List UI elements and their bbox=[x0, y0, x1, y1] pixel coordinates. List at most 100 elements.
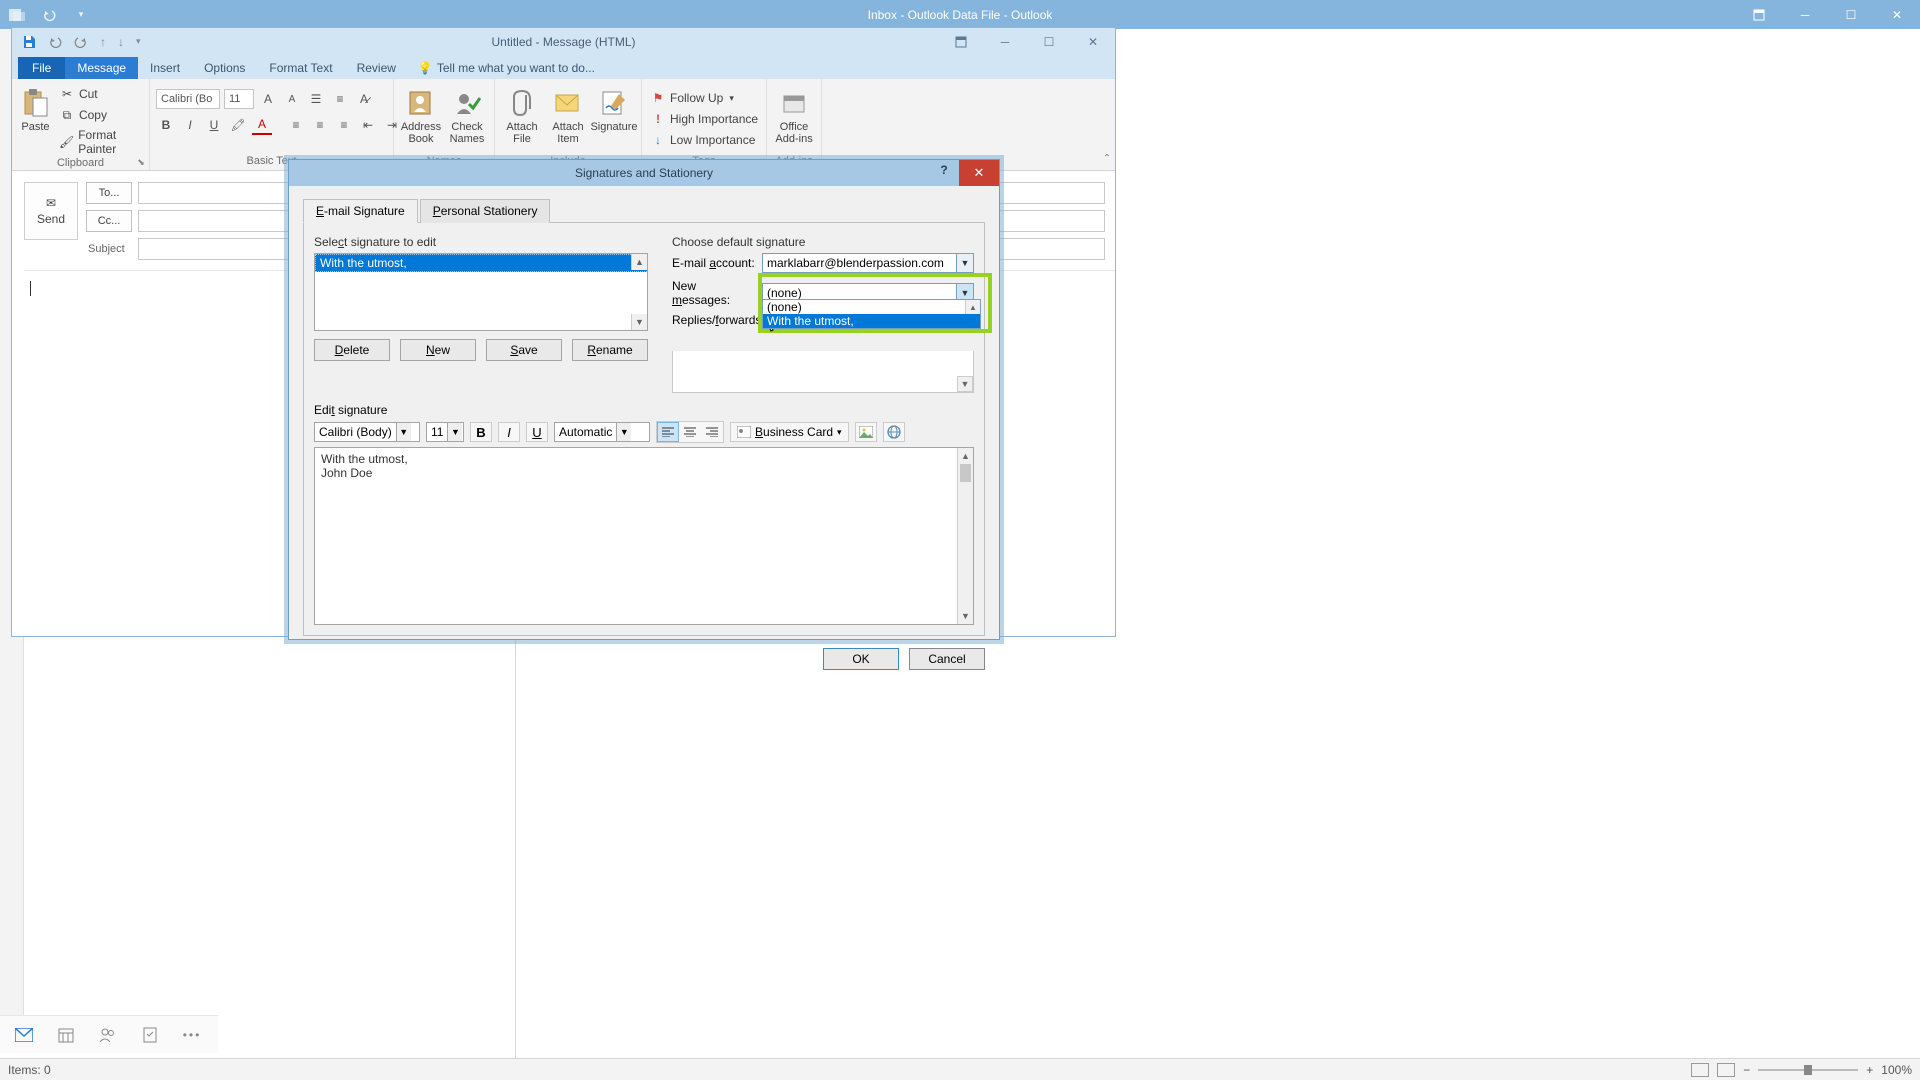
tab-personal-stationery[interactable]: Personal Stationery bbox=[420, 199, 551, 223]
address-book-button[interactable]: Address Book bbox=[400, 83, 442, 145]
low-importance-button[interactable]: ↓Low Importance bbox=[648, 131, 760, 149]
clipboard-launcher-icon[interactable]: ⬊ bbox=[135, 156, 147, 168]
view-normal-icon[interactable] bbox=[1691, 1063, 1709, 1077]
shrink-font-icon[interactable]: A bbox=[282, 89, 302, 109]
tab-options[interactable]: Options bbox=[192, 57, 257, 79]
more-icon[interactable]: ••• bbox=[182, 1025, 202, 1045]
replies-combo-area[interactable]: ▼ bbox=[672, 351, 974, 393]
paste-button[interactable]: Paste bbox=[18, 83, 53, 133]
business-card-button[interactable]: Business Card ▾ bbox=[730, 422, 849, 442]
chevron-down-icon[interactable]: ▼ bbox=[447, 423, 462, 441]
tab-email-signature[interactable]: E-mail Signature bbox=[303, 199, 418, 223]
tab-format-text[interactable]: Format Text bbox=[257, 57, 344, 79]
office-addins-button[interactable]: Office Add-ins bbox=[773, 83, 815, 145]
align-right-button[interactable] bbox=[701, 422, 723, 442]
insert-hyperlink-button[interactable] bbox=[883, 422, 905, 442]
cancel-button[interactable]: Cancel bbox=[909, 648, 985, 670]
insert-picture-button[interactable] bbox=[855, 422, 877, 442]
edit-font-combo[interactable]: Calibri (Body)▼ bbox=[314, 422, 420, 442]
scroll-thumb[interactable] bbox=[960, 464, 971, 482]
edit-scrollbar[interactable]: ▲ ▼ bbox=[957, 448, 973, 624]
chevron-down-icon[interactable]: ▼ bbox=[956, 254, 973, 272]
zoom-out-icon[interactable]: − bbox=[1743, 1063, 1750, 1077]
italic-icon[interactable]: I bbox=[180, 115, 200, 135]
scroll-down-icon[interactable]: ▼ bbox=[631, 314, 647, 330]
close-button[interactable]: ✕ bbox=[959, 160, 999, 186]
font-color-icon[interactable]: A bbox=[252, 115, 272, 135]
view-reading-icon[interactable] bbox=[1717, 1063, 1735, 1077]
email-account-combo[interactable]: marklabarr@blenderpassion.com ▼ bbox=[762, 253, 974, 273]
copy-button[interactable]: ⧉Copy bbox=[57, 106, 143, 124]
calendar-icon[interactable] bbox=[56, 1025, 76, 1045]
dropdown-option-signature[interactable]: With the utmost, bbox=[763, 314, 980, 328]
signature-listbox[interactable]: With the utmost, ▲ ▼ bbox=[314, 253, 648, 331]
prev-item-icon[interactable]: ↑ bbox=[100, 35, 106, 49]
close-button[interactable]: ✕ bbox=[1071, 28, 1115, 55]
close-button[interactable]: ✕ bbox=[1874, 0, 1920, 29]
new-messages-dropdown[interactable]: (none) With the utmost, ▲ bbox=[762, 299, 981, 329]
tell-me-search[interactable]: 💡 Tell me what you want to do... bbox=[408, 57, 605, 79]
signature-button[interactable]: Signature bbox=[593, 83, 635, 133]
zoom-in-icon[interactable]: + bbox=[1866, 1063, 1873, 1077]
cut-button[interactable]: ✂Cut bbox=[57, 85, 143, 103]
chevron-down-icon[interactable]: ▼ bbox=[396, 423, 411, 441]
to-button[interactable]: To... bbox=[86, 182, 132, 204]
format-painter-button[interactable]: 🖌Format Painter bbox=[57, 127, 143, 157]
mail-icon[interactable] bbox=[14, 1025, 34, 1045]
ribbon-display-icon[interactable] bbox=[1736, 0, 1782, 29]
dropdown-option-none[interactable]: (none) bbox=[763, 300, 980, 314]
align-right-icon[interactable]: ≡ bbox=[334, 115, 354, 135]
delete-button[interactable]: Delete bbox=[314, 339, 390, 361]
save-icon[interactable] bbox=[22, 35, 36, 49]
redo-icon[interactable] bbox=[74, 35, 88, 49]
highlight-icon[interactable]: 🖍 bbox=[228, 115, 248, 135]
attach-file-button[interactable]: Attach File bbox=[501, 83, 543, 145]
ok-button[interactable]: OK bbox=[823, 648, 899, 670]
people-icon[interactable] bbox=[98, 1025, 118, 1045]
font-size-combo[interactable] bbox=[224, 89, 254, 109]
zoom-slider[interactable] bbox=[1758, 1069, 1858, 1071]
new-button[interactable]: New bbox=[400, 339, 476, 361]
maximize-button[interactable]: ☐ bbox=[1828, 0, 1874, 29]
qat-customize-icon[interactable]: ▾ bbox=[136, 36, 141, 47]
numbering-icon[interactable]: ≡ bbox=[330, 89, 350, 109]
tab-insert[interactable]: Insert bbox=[138, 57, 192, 79]
zoom-level[interactable]: 100% bbox=[1881, 1063, 1912, 1077]
undo-icon[interactable] bbox=[48, 35, 62, 49]
qat-customize-icon[interactable]: ▾ bbox=[72, 6, 90, 24]
grow-font-icon[interactable]: A bbox=[258, 89, 278, 109]
edit-size-combo[interactable]: 11▼ bbox=[426, 422, 464, 442]
scroll-up-icon[interactable]: ▲ bbox=[958, 448, 973, 464]
underline-icon[interactable]: U bbox=[204, 115, 224, 135]
bullets-icon[interactable]: ☰ bbox=[306, 89, 326, 109]
collapse-ribbon-icon[interactable]: ˆ bbox=[1105, 152, 1109, 166]
scroll-up-icon[interactable]: ▲ bbox=[965, 300, 980, 314]
chevron-down-icon[interactable]: ▼ bbox=[616, 423, 631, 441]
align-left-button[interactable] bbox=[657, 422, 679, 442]
ribbon-display-icon[interactable] bbox=[939, 28, 983, 55]
follow-up-button[interactable]: ⚑Follow Up▾ bbox=[648, 89, 760, 107]
rename-button[interactable]: Rename bbox=[572, 339, 648, 361]
outdent-icon[interactable]: ⇤ bbox=[358, 115, 378, 135]
align-center-icon[interactable]: ≡ bbox=[310, 115, 330, 135]
high-importance-button[interactable]: !High Importance bbox=[648, 110, 760, 128]
save-button[interactable]: Save bbox=[486, 339, 562, 361]
clear-fmt-icon[interactable]: A̷ bbox=[354, 89, 374, 109]
minimize-button[interactable]: ─ bbox=[983, 28, 1027, 55]
tasks-icon[interactable] bbox=[140, 1025, 160, 1045]
minimize-button[interactable]: ─ bbox=[1782, 0, 1828, 29]
underline-button[interactable]: U bbox=[526, 422, 548, 442]
align-left-icon[interactable]: ≡ bbox=[286, 115, 306, 135]
check-names-button[interactable]: Check Names bbox=[446, 83, 488, 145]
next-item-icon[interactable]: ↓ bbox=[118, 35, 124, 49]
attach-item-button[interactable]: Attach Item bbox=[547, 83, 589, 145]
chevron-down-icon[interactable]: ▼ bbox=[957, 376, 973, 392]
help-button[interactable]: ? bbox=[929, 163, 959, 177]
send-button[interactable]: ✉ Send bbox=[24, 182, 78, 240]
align-center-button[interactable] bbox=[679, 422, 701, 442]
tab-review[interactable]: Review bbox=[345, 57, 408, 79]
font-family-combo[interactable] bbox=[156, 89, 220, 109]
bold-button[interactable]: B bbox=[470, 422, 492, 442]
undo-icon[interactable] bbox=[40, 6, 58, 24]
edit-color-combo[interactable]: Automatic▼ bbox=[554, 422, 650, 442]
